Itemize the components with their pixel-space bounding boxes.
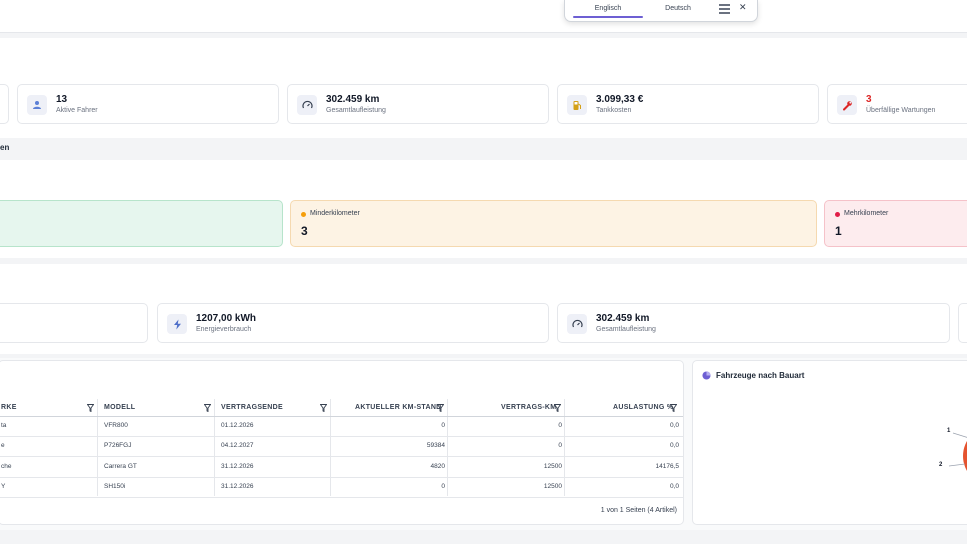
row-divider — [0, 477, 683, 478]
stat-label: Gesamtlaufleistung — [596, 326, 656, 333]
stat-value: 3 — [866, 94, 872, 105]
stat-card-maintenance: 3 Überfällige Wartungen — [827, 84, 967, 124]
row-divider — [0, 497, 683, 498]
cell-vertrags-km: 12500 — [543, 483, 562, 490]
stat-label: Energieverbrauch — [196, 326, 252, 333]
cell-km-stand: 4820 — [430, 463, 445, 470]
bolt-icon — [167, 314, 187, 334]
km-card-value: 1 — [835, 224, 842, 238]
menu-icon[interactable] — [719, 4, 730, 14]
filter-icon[interactable] — [670, 404, 677, 412]
stat-card-drivers: 13 Aktive Fahrer — [17, 84, 279, 124]
column-header-vertrags-km[interactable]: VERTRAGS-KM — [501, 404, 556, 411]
cell-vertrags-km: 0 — [558, 422, 562, 429]
stat-label: Aktive Fahrer — [56, 107, 98, 114]
fuel-icon — [567, 95, 587, 115]
active-tab-indicator — [573, 16, 643, 18]
header-divider — [0, 416, 683, 417]
top-bar — [0, 0, 967, 33]
cell-modell: Carrera GT — [104, 463, 137, 470]
chart-panel: Fahrzeuge nach Bauart 1 2 — [692, 360, 967, 525]
km-card-value: 3 — [301, 224, 308, 238]
wrench-icon — [837, 95, 857, 115]
column-header-vertragsende[interactable]: VERTRAGSENDE — [221, 404, 283, 411]
cell-vertragsende: 01.12.2026 — [221, 422, 254, 429]
column-header-km-stand[interactable]: AKTUELLER KM-STAND — [355, 404, 442, 411]
speedometer-icon — [297, 95, 317, 115]
cell-auslastung: 0,0 — [669, 442, 679, 449]
stat-card-mileage-2: 302.459 km Gesamtlaufleistung — [557, 303, 950, 343]
column-separator — [447, 399, 448, 496]
vehicle-table: RKE MODELL VERTRAGSENDE AKTUELLER KM-STA… — [0, 360, 684, 525]
close-icon[interactable]: ✕ — [739, 2, 747, 13]
cell-modell: SH150i — [104, 483, 126, 490]
tab-englisch[interactable]: Englisch — [573, 5, 643, 12]
stat-value: 13 — [56, 94, 68, 105]
column-separator — [97, 399, 98, 496]
speedometer-icon — [567, 314, 587, 334]
cell-vertragsende: 04.12.2027 — [221, 442, 254, 449]
stat-label: Tankkosten — [596, 107, 632, 114]
stat-card-partial — [0, 303, 148, 343]
row-divider — [0, 436, 683, 437]
stat-value: 1207,00 kWh — [196, 313, 257, 324]
language-popup: Englisch Deutsch ✕ — [564, 0, 758, 22]
stat-label: Gesamtlaufleistung — [326, 107, 386, 114]
stat-card-fuel-cost: 3.099,33 € Tankkosten — [557, 84, 819, 124]
cell-km-stand: 0 — [441, 483, 445, 490]
user-icon — [27, 95, 47, 115]
cell-km-stand: 0 — [441, 422, 445, 429]
column-header-modell[interactable]: MODELL — [104, 404, 135, 411]
filter-icon[interactable] — [204, 404, 211, 412]
pie-label: 2 — [939, 462, 943, 468]
status-dot — [835, 212, 840, 217]
cell-auslastung: 0,0 — [669, 483, 679, 490]
row-divider — [0, 456, 683, 457]
column-separator — [564, 399, 565, 496]
cell-km-stand: 59384 — [426, 442, 445, 449]
pie-label: 1 — [947, 428, 951, 434]
stat-card-energy: 1207,00 kWh Energieverbrauch — [157, 303, 549, 343]
cell-modell: VFR800 — [104, 422, 128, 429]
km-card-partial — [0, 200, 283, 247]
stat-value: 3.099,33 € — [596, 94, 644, 105]
km-card-title: Minderkilometer — [310, 210, 360, 217]
stat-value: 302.459 km — [326, 94, 380, 105]
column-separator — [214, 399, 215, 496]
cell-vertrags-km: 12500 — [543, 463, 562, 470]
column-header-auslastung[interactable]: AUSLASTUNG % — [613, 404, 673, 411]
pie-chart — [948, 432, 967, 471]
cell-marke: ta — [1, 422, 7, 429]
cell-auslastung: 14176,5 — [655, 463, 680, 470]
cell-vertragsende: 31.12.2026 — [221, 483, 254, 490]
km-card-title: Mehrkilometer — [844, 210, 889, 217]
cell-marke: e — [1, 442, 5, 449]
filter-icon[interactable] — [554, 404, 561, 412]
leader-line — [952, 432, 967, 438]
cell-vertragsende: 31.12.2026 — [221, 463, 254, 470]
filter-icon[interactable] — [437, 404, 444, 412]
km-card-mehrkilometer: Mehrkilometer 1 — [824, 200, 967, 247]
stat-label: Überfällige Wartungen — [866, 107, 936, 114]
cell-marke: Y — [1, 483, 6, 490]
column-separator — [330, 399, 331, 496]
leader-line — [948, 463, 966, 467]
cell-vertrags-km: 0 — [558, 442, 562, 449]
stat-card-partial — [958, 303, 967, 343]
stat-card-mileage: 302.459 km Gesamtlaufleistung — [287, 84, 549, 124]
tab-deutsch[interactable]: Deutsch — [643, 5, 713, 12]
column-header-marke[interactable]: RKE — [1, 404, 17, 411]
stat-card-partial — [0, 84, 9, 124]
filter-icon[interactable] — [87, 404, 94, 412]
cell-auslastung: 0,0 — [669, 422, 679, 429]
cell-marke: che — [1, 463, 12, 470]
status-dot — [301, 212, 306, 217]
pie-slice — [963, 441, 967, 471]
cell-modell: P726FGJ — [104, 442, 132, 449]
section-heading: en — [0, 143, 10, 152]
pagination-info: 1 von 1 Seiten (4 Artikel) — [600, 507, 677, 514]
km-card-minderkilometer: Minderkilometer 3 — [290, 200, 817, 247]
filter-icon[interactable] — [320, 404, 327, 412]
stat-value: 302.459 km — [596, 313, 650, 324]
